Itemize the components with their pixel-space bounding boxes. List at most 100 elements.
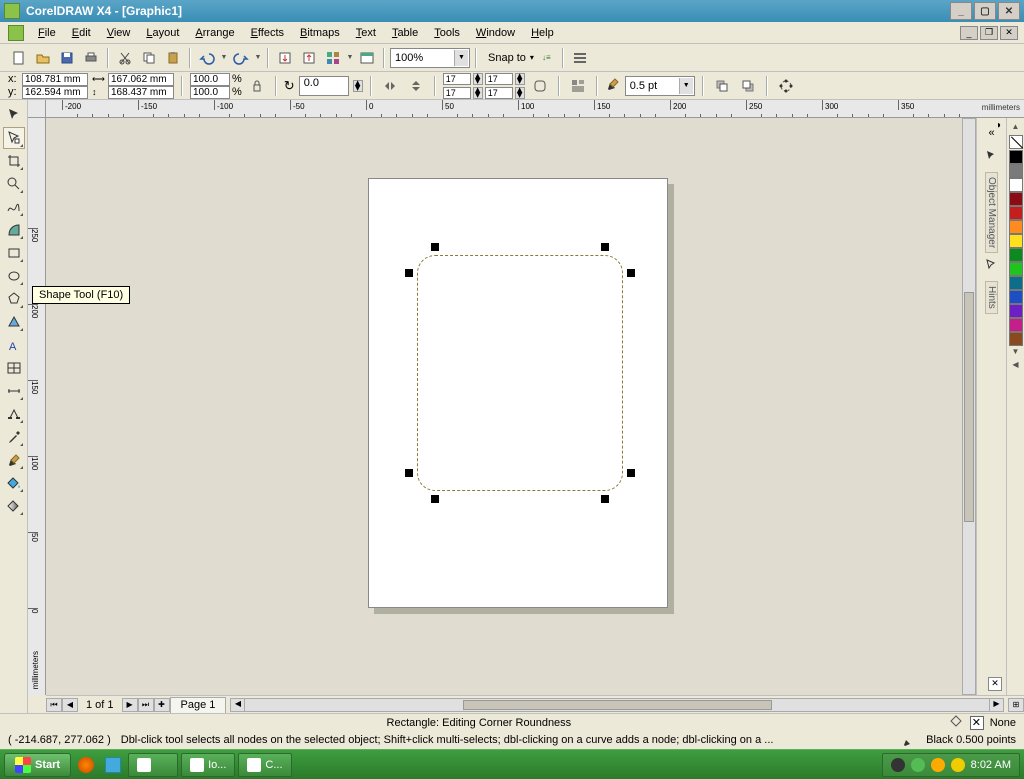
node-handle[interactable] [431, 495, 439, 503]
ellipse-tool[interactable] [3, 265, 25, 287]
scale-x-input[interactable]: 100.0 [190, 73, 230, 86]
outline-tool[interactable] [3, 449, 25, 471]
import-button[interactable] [274, 47, 296, 69]
color-swatch[interactable] [1009, 234, 1023, 248]
app-launcher-dropdown[interactable]: ▼ [346, 47, 354, 69]
docker-hints-icon[interactable] [981, 255, 1003, 277]
menu-arrange[interactable]: Arrange [187, 24, 242, 42]
drawing-canvas[interactable] [46, 118, 962, 695]
crop-tool[interactable] [3, 150, 25, 172]
options-button[interactable] [569, 47, 591, 69]
eyedropper-tool[interactable] [3, 426, 25, 448]
table-tool[interactable] [3, 357, 25, 379]
menu-file[interactable]: File [30, 24, 64, 42]
mirror-vertical-button[interactable] [405, 75, 427, 97]
corner-tr-input[interactable]: 17 [485, 73, 513, 85]
node-handle[interactable] [431, 243, 439, 251]
wrap-text-button[interactable] [567, 75, 589, 97]
ruler-origin[interactable] [28, 100, 46, 118]
interactive-tool[interactable] [3, 403, 25, 425]
rotation-spinner[interactable]: ▴▾ [353, 80, 363, 92]
color-swatch[interactable] [1009, 276, 1023, 290]
tray-icon[interactable] [951, 758, 965, 772]
menu-layout[interactable]: Layout [138, 24, 187, 42]
new-button[interactable] [8, 47, 30, 69]
zoom-combo[interactable]: 100%▼ [390, 48, 470, 68]
color-swatch[interactable] [1009, 164, 1023, 178]
system-tray[interactable]: 8:02 AM [882, 753, 1020, 777]
undo-dropdown[interactable]: ▼ [220, 47, 228, 69]
menu-table[interactable]: Table [384, 24, 426, 42]
color-swatch[interactable] [1009, 248, 1023, 262]
color-swatch[interactable] [1009, 220, 1023, 234]
menu-edit[interactable]: Edit [64, 24, 99, 42]
minimize-button[interactable]: _ [950, 2, 972, 20]
docker-pick-icon[interactable] [981, 146, 1003, 168]
vertical-ruler[interactable]: millimeters250200150100500 [28, 118, 46, 695]
rotation-input[interactable]: 0.0 [299, 76, 349, 96]
color-swatch[interactable] [1009, 206, 1023, 220]
menu-bitmaps[interactable]: Bitmaps [292, 24, 348, 42]
menu-text[interactable]: Text [348, 24, 384, 42]
page-tab[interactable]: Page 1 [170, 697, 227, 713]
save-button[interactable] [56, 47, 78, 69]
object-manager-tab[interactable]: Object Manager [985, 172, 998, 253]
to-back-button[interactable] [737, 75, 759, 97]
x-position-input[interactable]: 108.781 mm [22, 73, 88, 86]
node-handle[interactable] [405, 469, 413, 477]
taskbar-button[interactable]: C... [238, 753, 291, 777]
export-button[interactable] [298, 47, 320, 69]
zoom-tool[interactable] [3, 173, 25, 195]
quicklaunch-desktop[interactable] [101, 754, 125, 776]
interactive-fill-tool[interactable] [3, 495, 25, 517]
tray-icon[interactable] [911, 758, 925, 772]
mdi-minimize-button[interactable]: _ [960, 26, 978, 40]
prev-page-button[interactable]: ◀ [62, 698, 78, 712]
height-input[interactable]: 168.437 mm [108, 86, 174, 99]
horizontal-scrollbar[interactable]: ◀▶ [230, 698, 1004, 712]
redo-dropdown[interactable]: ▼ [254, 47, 262, 69]
node-handle[interactable] [601, 495, 609, 503]
mdi-close-button[interactable]: ✕ [1000, 26, 1018, 40]
navigator-button[interactable]: ⊞ [1008, 698, 1024, 712]
last-page-button[interactable]: ⏭ [138, 698, 154, 712]
menu-effects[interactable]: Effects [243, 24, 292, 42]
next-page-button[interactable]: ▶ [122, 698, 138, 712]
color-swatch[interactable] [1009, 332, 1023, 346]
menu-view[interactable]: View [99, 24, 139, 42]
node-handle[interactable] [627, 469, 635, 477]
node-handle[interactable] [601, 243, 609, 251]
first-page-button[interactable]: ⏮ [46, 698, 62, 712]
print-button[interactable] [80, 47, 102, 69]
paste-button[interactable] [162, 47, 184, 69]
node-handle[interactable] [627, 269, 635, 277]
color-swatch[interactable] [1009, 150, 1023, 164]
color-swatch[interactable] [1009, 192, 1023, 206]
snap-to-menu[interactable]: Snap to ▾↓≡ [482, 52, 557, 64]
node-handle[interactable] [405, 269, 413, 277]
palette-up-button[interactable]: ▲ [1009, 122, 1023, 134]
tray-icon[interactable] [891, 758, 905, 772]
welcome-screen-button[interactable] [356, 47, 378, 69]
convert-to-curves-button[interactable] [775, 75, 797, 97]
start-button[interactable]: Start [4, 753, 71, 777]
color-swatch[interactable] [1009, 262, 1023, 276]
color-swatch[interactable] [1009, 290, 1023, 304]
flyout-icon[interactable]: ◗ [996, 120, 1002, 131]
pick-tool[interactable] [3, 104, 25, 126]
width-input[interactable]: 167.062 mm [108, 73, 174, 86]
y-position-input[interactable]: 162.594 mm [22, 86, 88, 99]
cut-button[interactable] [114, 47, 136, 69]
maximize-button[interactable]: ▢ [974, 2, 996, 20]
shape-tool[interactable] [3, 127, 25, 149]
palette-flyout-button[interactable]: ◀ [1009, 360, 1023, 372]
polygon-tool[interactable] [3, 288, 25, 310]
color-swatch[interactable] [1009, 318, 1023, 332]
mdi-restore-button[interactable]: ❐ [980, 26, 998, 40]
copy-button[interactable] [138, 47, 160, 69]
selected-rectangle[interactable] [407, 245, 633, 501]
color-swatch[interactable] [1009, 304, 1023, 318]
dimension-tool[interactable] [3, 380, 25, 402]
vertical-scrollbar[interactable] [962, 118, 976, 695]
corner-br-input[interactable]: 17 [485, 87, 513, 99]
